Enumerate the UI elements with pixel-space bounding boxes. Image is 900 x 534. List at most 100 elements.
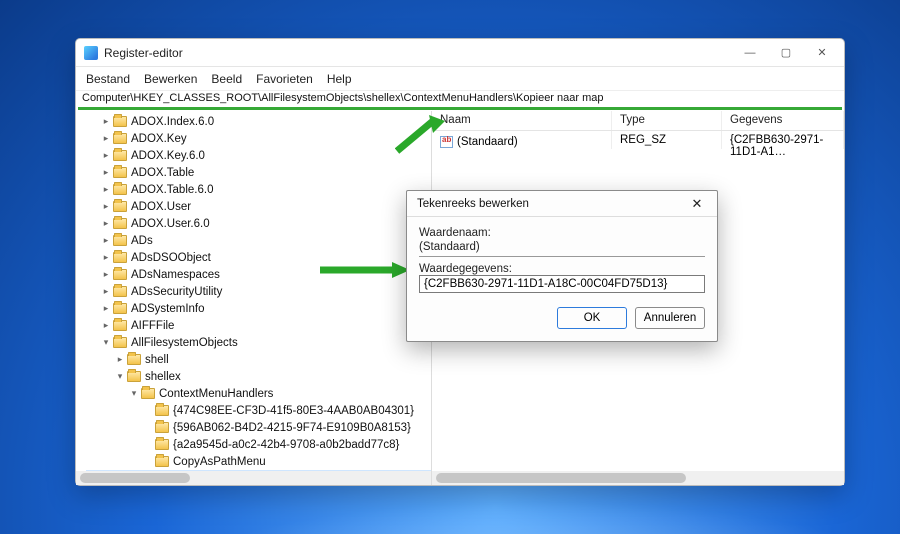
tree-item-label: AllFilesystemObjects: [131, 337, 238, 349]
tree-item-label: shell: [145, 354, 169, 366]
tree-item-label: AIFFFile: [131, 320, 174, 332]
tree-item[interactable]: ▸ADOX.Key.6.0: [86, 147, 431, 164]
tree-item[interactable]: ▾ shellex: [86, 368, 431, 385]
tree-item-label: ADsDSOObject: [131, 252, 211, 264]
col-data[interactable]: Gegevens: [722, 111, 844, 130]
tree-item[interactable]: ▸ ADOX.Table: [86, 164, 431, 181]
expand-icon[interactable]: ▾: [128, 388, 140, 399]
folder-icon: [155, 422, 169, 433]
folder-icon: [113, 116, 127, 127]
folder-icon: [113, 252, 127, 263]
tree-item[interactable]: {a2a9545d-a0c2-42b4-9708-a0b2badd77c8}: [86, 436, 431, 453]
value-data-label: Waardegegevens:: [419, 263, 705, 275]
menu-edit[interactable]: Bewerken: [144, 72, 197, 86]
tree-item[interactable]: ▸ ADOX.User.6.0: [86, 215, 431, 232]
close-button[interactable]: ✕: [804, 42, 840, 64]
cancel-button[interactable]: Annuleren: [635, 307, 705, 329]
folder-icon: [113, 184, 127, 195]
tree-item[interactable]: {474C98EE-CF3D-41f5-80E3-4AAB0AB04301}: [86, 402, 431, 419]
expand-icon[interactable]: ▸: [100, 116, 112, 127]
expand-icon[interactable]: ▾: [114, 371, 126, 382]
folder-icon: [155, 405, 169, 416]
tree-item[interactable]: ▸ ADsDSOObject: [86, 249, 431, 266]
expand-icon[interactable]: ▸: [100, 286, 112, 297]
tree-item-label: ADs: [131, 235, 153, 247]
expand-icon[interactable]: ▸: [100, 150, 112, 161]
tree-item[interactable]: ▸ ADSystemInfo: [86, 300, 431, 317]
folder-icon: [113, 269, 127, 280]
value-name: (Standaard): [457, 136, 518, 148]
tree-item-label: shellex: [145, 371, 181, 383]
value-row[interactable]: (Standaard) REG_SZ {C2FBB630-2971-11D1-A…: [432, 131, 844, 149]
address-bar[interactable]: Computer\HKEY_CLASSES_ROOT\AllFilesystem…: [76, 91, 844, 111]
folder-icon: [141, 388, 155, 399]
tree-item-label: ADSystemInfo: [131, 303, 205, 315]
folder-icon: [113, 133, 127, 144]
expand-icon[interactable]: ▸: [100, 252, 112, 263]
folder-icon: [113, 337, 127, 348]
folder-icon: [155, 439, 169, 450]
tree-scrollbar[interactable]: [76, 471, 431, 485]
col-name[interactable]: Naam: [432, 111, 612, 130]
minimize-button[interactable]: —: [732, 42, 768, 64]
maximize-button[interactable]: ▢: [768, 42, 804, 64]
expand-icon[interactable]: ▸: [100, 133, 112, 144]
tree-item[interactable]: ▾ ContextMenuHandlers: [86, 385, 431, 402]
tree-item[interactable]: ▸ADOX.Index.6.0: [86, 113, 431, 130]
tree-item[interactable]: CopyAsPathMenu: [86, 453, 431, 470]
expand-icon[interactable]: ▸: [100, 201, 112, 212]
expand-icon[interactable]: ▸: [114, 354, 126, 365]
col-type[interactable]: Type: [612, 111, 722, 130]
tree-item[interactable]: ▸ADsNamespaces: [86, 266, 431, 283]
menu-bar: Bestand Bewerken Beeld Favorieten Help: [76, 67, 844, 91]
expand-icon[interactable]: ▸: [100, 303, 112, 314]
folder-icon: [113, 167, 127, 178]
tree-item[interactable]: ▸ ADOX.Table.6.0: [86, 181, 431, 198]
tree-item[interactable]: ▸ ADs: [86, 232, 431, 249]
edit-string-dialog: Tekenreeks bewerken ✕ Waardenaam: (Stand…: [406, 190, 718, 342]
tree-item-label: ADOX.Table: [131, 167, 194, 179]
dialog-close-button[interactable]: ✕: [683, 196, 711, 212]
expand-icon[interactable]: ▸: [100, 218, 112, 229]
tree-item[interactable]: ▸ AIFFFile: [86, 317, 431, 334]
folder-icon: [113, 218, 127, 229]
tree-item[interactable]: ▸ADOX.Key: [86, 130, 431, 147]
value-data-input[interactable]: [419, 275, 705, 293]
tree-item-label: ContextMenuHandlers: [159, 388, 273, 400]
tree-item-label: {596AB062-B4D2-4215-9F74-E9109B0A8153}: [173, 422, 411, 434]
expand-icon[interactable]: ▸: [100, 269, 112, 280]
tree-item-label: ADOX.User: [131, 201, 191, 213]
folder-icon: [127, 371, 141, 382]
expand-icon[interactable]: ▸: [100, 167, 112, 178]
expand-icon[interactable]: ▸: [100, 320, 112, 331]
tree-item-label: CopyAsPathMenu: [173, 456, 266, 468]
tree-item-label: {a2a9545d-a0c2-42b4-9708-a0b2badd77c8}: [173, 439, 399, 451]
list-scrollbar[interactable]: [432, 471, 844, 485]
tree-item-label: {474C98EE-CF3D-41f5-80E3-4AAB0AB04301}: [173, 405, 414, 417]
tree-item-label: ADsSecurityUtility: [131, 286, 222, 298]
value-type: REG_SZ: [612, 131, 722, 149]
dialog-title: Tekenreeks bewerken: [417, 198, 683, 210]
ok-button[interactable]: OK: [557, 307, 627, 329]
tree-item-label: ADOX.Table.6.0: [131, 184, 213, 196]
value-name-field: (Standaard): [419, 239, 705, 257]
menu-view[interactable]: Beeld: [211, 72, 242, 86]
tree-item[interactable]: ▸ ADsSecurityUtility: [86, 283, 431, 300]
menu-help[interactable]: Help: [327, 72, 352, 86]
menu-favorites[interactable]: Favorieten: [256, 72, 313, 86]
tree-item[interactable]: ▾ AllFilesystemObjects: [86, 334, 431, 351]
app-icon: [84, 46, 98, 60]
tree-item[interactable]: ▸ shell: [86, 351, 431, 368]
menu-file[interactable]: Bestand: [86, 72, 130, 86]
expand-icon[interactable]: ▾: [100, 337, 112, 348]
dialog-titlebar[interactable]: Tekenreeks bewerken ✕: [407, 191, 717, 217]
expand-icon[interactable]: ▸: [100, 184, 112, 195]
expand-icon[interactable]: ▸: [100, 235, 112, 246]
tree-item[interactable]: {596AB062-B4D2-4215-9F74-E9109B0A8153}: [86, 419, 431, 436]
tree-item-label: ADOX.User.6.0: [131, 218, 210, 230]
folder-icon: [113, 320, 127, 331]
tree-item[interactable]: ▸ ADOX.User: [86, 198, 431, 215]
window-title: Register-editor: [104, 46, 732, 60]
titlebar[interactable]: Register-editor — ▢ ✕: [76, 39, 844, 67]
tree-pane[interactable]: ▸ADOX.Index.6.0▸ADOX.Key▸ADOX.Key.6.0▸AD…: [76, 111, 432, 485]
